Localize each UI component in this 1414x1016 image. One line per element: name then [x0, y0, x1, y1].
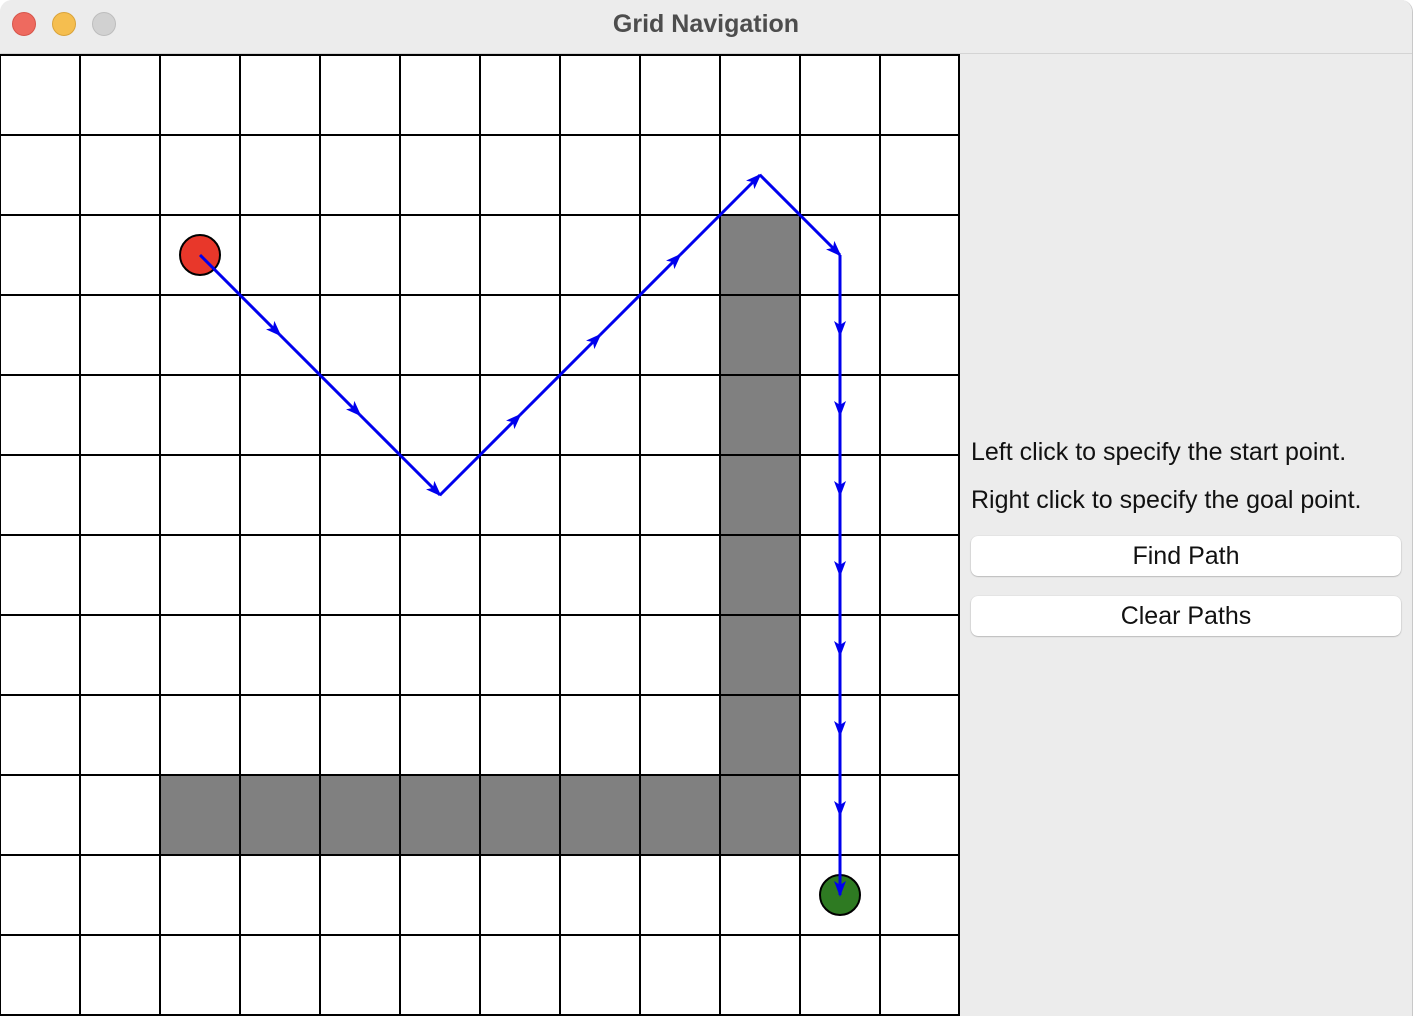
start-instruction-text: Left click to specify the start point.	[971, 438, 1347, 466]
obstacle-cell[interactable]	[720, 775, 800, 855]
window-title: Grid Navigation	[612, 10, 800, 38]
obstacle-cell[interactable]	[480, 775, 560, 855]
clear-paths-button[interactable]: Clear Paths	[971, 596, 1401, 636]
grid-drawing[interactable]	[0, 54, 960, 1016]
obstacle-cell[interactable]	[720, 615, 800, 695]
grid-canvas[interactable]	[0, 54, 960, 1016]
app-window: Grid Navigation Left click to specify th…	[0, 0, 1413, 1016]
title-bar: Grid Navigation	[0, 0, 1412, 54]
goal-instruction-text: Right click to specify the goal point.	[971, 486, 1362, 514]
obstacle-cell[interactable]	[720, 375, 800, 455]
obstacle-cell[interactable]	[400, 775, 480, 855]
obstacle-cell[interactable]	[720, 535, 800, 615]
obstacle-cell[interactable]	[640, 775, 720, 855]
obstacle-cell[interactable]	[160, 775, 240, 855]
obstacle-cell[interactable]	[720, 295, 800, 375]
obstacle-cell[interactable]	[720, 695, 800, 775]
obstacle-cell[interactable]	[240, 775, 320, 855]
obstacle-cell[interactable]	[320, 775, 400, 855]
find-path-button[interactable]: Find Path	[971, 536, 1401, 576]
obstacle-cell[interactable]	[560, 775, 640, 855]
obstacle-cell[interactable]	[720, 215, 800, 295]
control-panel: Left click to specify the start point. R…	[961, 54, 1412, 1016]
obstacle-cell[interactable]	[720, 455, 800, 535]
